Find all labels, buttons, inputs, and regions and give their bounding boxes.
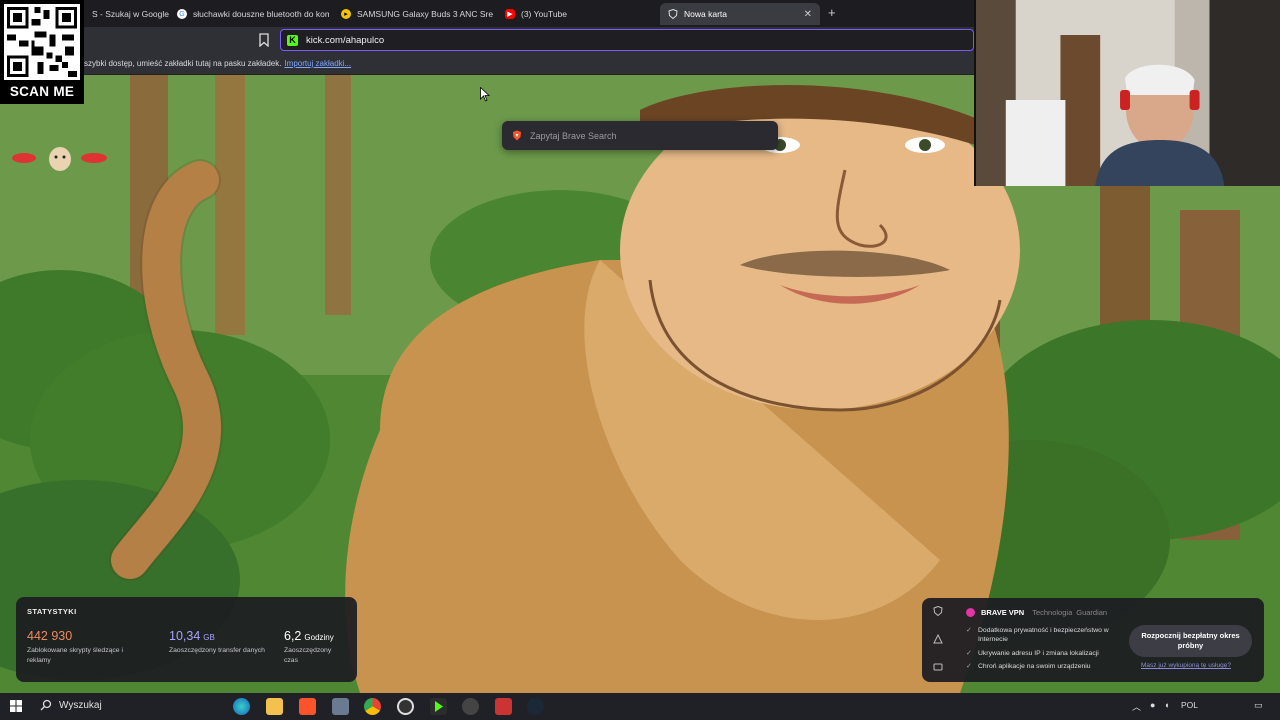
tab-label: Nowa karta [684, 9, 727, 19]
chrome-icon[interactable] [364, 698, 381, 715]
tab-label: S - Szukaj w Google [92, 9, 169, 19]
tab-label: słuchawki douszne bluetooth do kom [193, 9, 329, 19]
vpn-title: BRAVE VPN [981, 608, 1025, 617]
tab-samsung-buds[interactable]: ▸ SAMSUNG Galaxy Buds 3 ANC Srebrn [333, 3, 493, 25]
start-free-trial-button[interactable]: Rozpocznij bezpłatny okres próbny [1129, 625, 1252, 657]
stat-description: Zaoszczędzony czas [284, 647, 332, 664]
card-icon[interactable] [933, 662, 943, 672]
stat-value: 442 930 [27, 629, 73, 643]
notifications-icon[interactable]: ▭ [1254, 700, 1263, 711]
vpn-feature: Dodatkowa prywatność i bezpieczeństwo w … [966, 626, 1134, 644]
stats-title: STATYSTYKI [27, 607, 77, 616]
taskbar-search-label: Wyszukaj [59, 699, 102, 711]
new-tab-button[interactable]: + [828, 5, 836, 20]
address-bar-url: kick.com/ahapulco [306, 34, 385, 46]
brave-search-box[interactable] [502, 121, 778, 150]
qr-code-icon [4, 4, 80, 80]
streamer-webcam [974, 0, 1280, 186]
bookmarks-bar: szybki dostęp, umieść zakładki tutaj na … [0, 53, 975, 75]
language-indicator[interactable]: POL [1181, 700, 1198, 710]
kick-app-icon[interactable] [430, 698, 447, 715]
tab-headphones-search[interactable]: G słuchawki douszne bluetooth do kom [169, 3, 329, 25]
brave-vpn-widget: BRAVE VPN Technologia Guardian Dodatkowa… [922, 598, 1264, 682]
tab-label: (3) YouTube [521, 9, 567, 19]
qr-code-overlay: SCAN ME [0, 0, 84, 104]
file-explorer-icon[interactable] [266, 698, 283, 715]
volume-icon[interactable]: ◖ [1164, 700, 1169, 710]
vpn-feature: Ukrywanie adresu IP i zmiana lokalizacji [966, 649, 1134, 658]
stat-value: 10,34 GB [169, 629, 215, 643]
windows-taskbar: Wyszukaj ︿ ● ◖ POL ▭ [0, 693, 1280, 720]
stat-unit: GB [203, 633, 215, 642]
stream-emote-overlay [12, 147, 107, 171]
kick-icon: K [287, 34, 298, 46]
bookmarks-hint: szybki dostęp, umieść zakładki tutaj na … [84, 59, 282, 68]
vpn-tech-label: Technologia [1032, 608, 1073, 617]
stat-description: Zaoszczędzony transfer danych [169, 647, 265, 654]
stat-description: Zablokowane skrypty śledzące i reklamy [27, 647, 123, 664]
vpn-feature: Chroń aplikacje na swoim urządzeniu [966, 662, 1134, 671]
widget-sidebar [922, 598, 954, 682]
scan-me-label: SCAN ME [9, 84, 75, 99]
windows-start-icon[interactable] [10, 700, 22, 712]
app-icon[interactable] [332, 698, 349, 715]
stats-widget: STATYSTYKI 442 930 Zablokowane skrypty ś… [16, 597, 357, 682]
edge-icon[interactable] [233, 698, 250, 715]
import-bookmarks-link[interactable]: Importuj zakładki... [284, 59, 351, 68]
taskbar-search[interactable]: Wyszukaj [40, 699, 102, 711]
google-icon: G [177, 9, 187, 19]
mouse-cursor-icon [480, 87, 490, 102]
obs-icon[interactable] [397, 698, 414, 715]
already-purchased-link[interactable]: Masz już wykupioną tę usługę? [1141, 662, 1231, 669]
brave-lion-icon [513, 130, 521, 141]
stat-value: 6,2 Godziny [284, 629, 334, 643]
microphone-icon[interactable]: ● [1150, 700, 1155, 710]
app-icon[interactable] [495, 698, 512, 715]
tab-youtube[interactable]: ▶ (3) YouTube [497, 3, 647, 25]
tab-new-tab[interactable]: Nowa karta ✕ [660, 3, 820, 25]
tab-strip: S - Szukaj w Google G słuchawki douszne … [0, 0, 975, 27]
tray-chevron-up-icon[interactable]: ︿ [1132, 700, 1141, 713]
address-bar[interactable]: K kick.com/ahapulco [280, 29, 974, 51]
shop-icon: ▸ [341, 9, 351, 19]
triangle-icon[interactable] [933, 634, 943, 644]
vpn-partner: Guardian [1076, 608, 1108, 617]
tab-label: SAMSUNG Galaxy Buds 3 ANC Srebrn [357, 9, 493, 19]
brave-vpn-logo-icon [966, 608, 975, 617]
tab-google-search[interactable]: S - Szukaj w Google [84, 3, 169, 25]
settings-gear-icon[interactable] [462, 698, 479, 715]
steam-icon[interactable] [527, 698, 544, 715]
vpn-header: BRAVE VPN Technologia Guardian [966, 608, 1107, 617]
stat-trackers-blocked: 442 930 Zablokowane skrypty śledzące i r… [27, 629, 135, 666]
search-input[interactable] [530, 130, 760, 141]
search-icon [40, 699, 52, 711]
stat-bandwidth-saved: 10,34 GB Zaoszczędzony transfer danych [169, 629, 277, 656]
browser-toolbar: K kick.com/ahapulco [0, 27, 975, 53]
youtube-icon: ▶ [505, 9, 515, 19]
bookmark-icon[interactable] [258, 33, 270, 47]
shield-icon[interactable] [933, 606, 943, 616]
stat-unit: Godziny [304, 633, 334, 642]
stat-time-saved: 6,2 Godziny Zaoszczędzony czas [284, 629, 344, 666]
close-tab-icon[interactable]: ✕ [804, 9, 812, 20]
brave-browser-icon[interactable] [299, 698, 316, 715]
brave-shield-icon [668, 9, 678, 19]
